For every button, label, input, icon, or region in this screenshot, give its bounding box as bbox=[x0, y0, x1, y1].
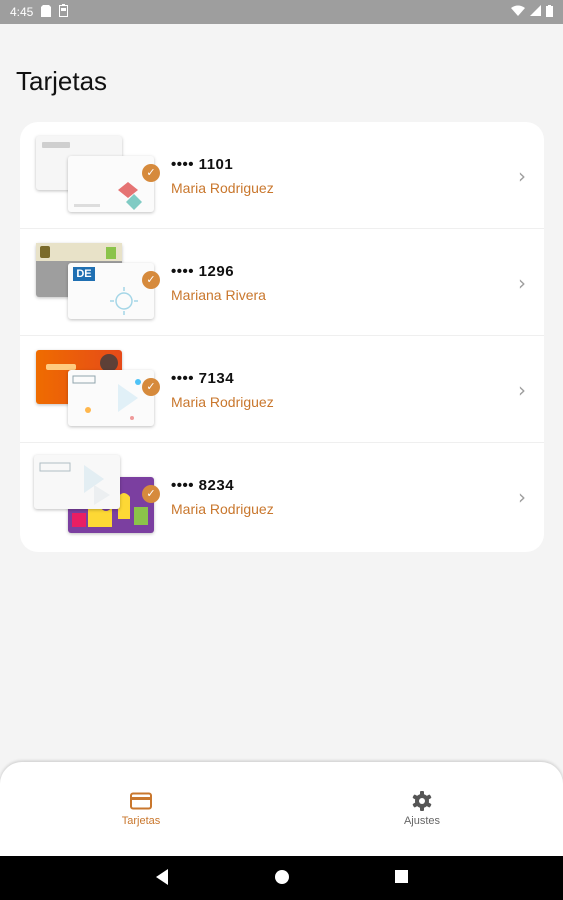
card-thumbnail: ✓ bbox=[34, 134, 160, 216]
home-icon[interactable] bbox=[273, 868, 291, 891]
battery-icon bbox=[546, 4, 553, 20]
card-holder-name: Maria Rodriguez bbox=[171, 180, 274, 196]
card-image-front: DE bbox=[68, 263, 154, 319]
card-thumbnail: DE ✓ bbox=[34, 241, 160, 323]
card-number: •••• 7134 bbox=[171, 370, 235, 387]
back-icon[interactable] bbox=[154, 868, 170, 891]
card-thumbnail: ✓ bbox=[34, 348, 160, 430]
card-holder-name: Maria Rodriguez bbox=[171, 501, 274, 517]
recents-icon[interactable] bbox=[394, 868, 410, 891]
status-bar: 4:45 bbox=[0, 0, 563, 24]
bottom-nav: Tarjetas Ajustes bbox=[0, 762, 563, 856]
card-image-front bbox=[68, 156, 154, 212]
tab-tarjetas[interactable]: Tarjetas bbox=[81, 790, 201, 827]
chevron-right-icon: › bbox=[518, 378, 526, 402]
system-nav-bar bbox=[0, 856, 563, 900]
credit-card-icon bbox=[81, 790, 201, 812]
page-title: Tarjetas bbox=[16, 66, 108, 96]
gear-icon bbox=[362, 790, 482, 812]
selected-check-icon: ✓ bbox=[142, 378, 160, 396]
sd-card-icon bbox=[41, 4, 52, 20]
battery-saver-icon bbox=[59, 4, 69, 20]
chevron-right-icon: › bbox=[518, 485, 526, 509]
card-number: •••• 1101 bbox=[171, 156, 234, 173]
card-image-front bbox=[34, 455, 120, 509]
card-row[interactable]: ✓ •••• 8234 Maria Rodriguez › bbox=[20, 443, 544, 550]
card-number: •••• 8234 bbox=[171, 477, 235, 494]
card-list: ✓ •••• 1101 Maria Rodriguez › DE ✓ •••• … bbox=[20, 122, 544, 552]
card-image-front bbox=[68, 370, 154, 426]
selected-check-icon: ✓ bbox=[142, 164, 160, 182]
chevron-right-icon: › bbox=[518, 164, 526, 188]
tab-ajustes-label: Ajustes bbox=[403, 815, 441, 827]
status-time: 4:45 bbox=[10, 5, 34, 19]
card-row[interactable]: ✓ •••• 1101 Maria Rodriguez › bbox=[20, 122, 544, 229]
wifi-icon bbox=[511, 5, 525, 19]
selected-check-icon: ✓ bbox=[142, 485, 160, 503]
selected-check-icon: ✓ bbox=[142, 271, 160, 289]
tab-ajustes[interactable]: Ajustes bbox=[362, 790, 482, 827]
card-thumbnail: ✓ bbox=[34, 455, 160, 537]
card-number: •••• 1296 bbox=[171, 263, 235, 280]
signal-icon bbox=[530, 5, 541, 19]
tab-tarjetas-label: Tarjetas bbox=[121, 815, 161, 827]
card-row[interactable]: DE ✓ •••• 1296 Mariana Rivera › bbox=[20, 229, 544, 336]
chevron-right-icon: › bbox=[518, 271, 526, 295]
card-row[interactable]: ✓ •••• 7134 Maria Rodriguez › bbox=[20, 336, 544, 443]
card-holder-name: Mariana Rivera bbox=[171, 287, 266, 303]
card-holder-name: Maria Rodriguez bbox=[171, 394, 274, 410]
